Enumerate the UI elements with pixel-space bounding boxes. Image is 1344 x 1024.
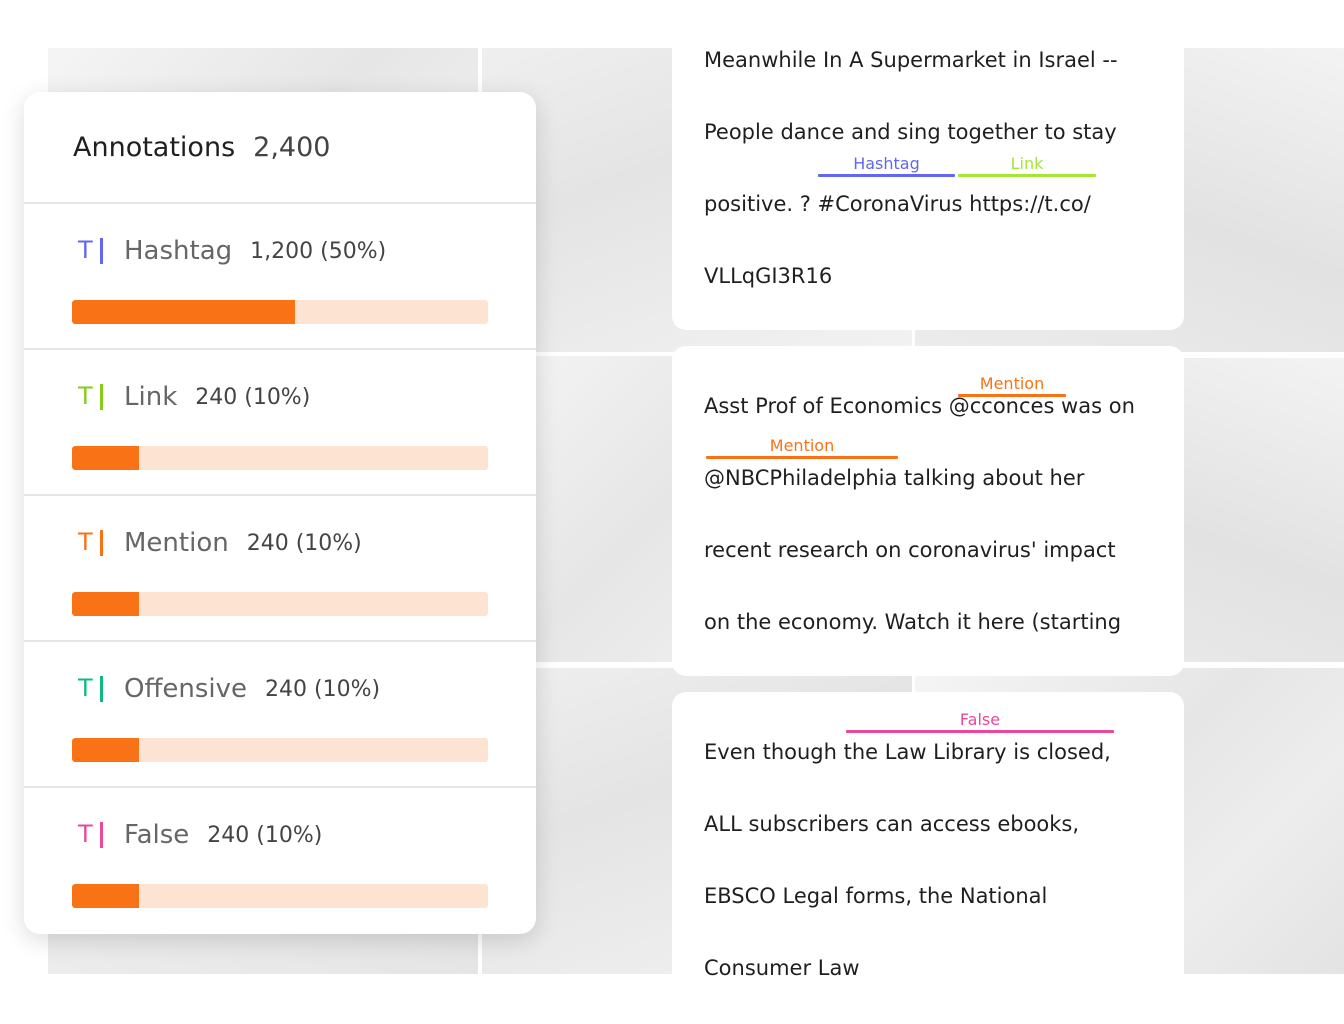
- annotation-row-offensive[interactable]: T Offensive 240 (10%): [24, 642, 536, 788]
- annotations-total: 2,400: [253, 131, 331, 163]
- progress-bar-fill: [72, 446, 139, 470]
- annotation-count: 240 (10%): [265, 676, 381, 702]
- tweet-text-line: Meanwhile In A Supermarket in Israel --: [704, 48, 1118, 72]
- progress-bar: [72, 446, 488, 470]
- annotation-label: Mention: [124, 528, 229, 558]
- tweet-text-line: EBSCO Legal forms, the National: [704, 884, 1048, 908]
- tweet-text-line: VLLqGI3R16: [704, 264, 833, 288]
- panel-header: Annotations 2,400: [24, 92, 536, 204]
- annotation-count: 240 (10%): [246, 530, 362, 556]
- annotations-panel: Annotations 2,400 T Hashtag 1,200 (50%) …: [24, 92, 536, 934]
- panel-title: Annotations: [73, 131, 236, 163]
- tweet-text-line: positive. ? #CoronaVirus https://t.co/: [704, 192, 1091, 216]
- annotation-tag-mention[interactable]: Mention: [706, 436, 898, 459]
- tweet-text-line: Asst Prof of Economics @cconces was on: [704, 394, 1135, 418]
- annotation-count: 240 (10%): [207, 822, 323, 848]
- annotation-count: 1,200 (50%): [250, 238, 387, 264]
- tweet-text-line: on the economy. Watch it here (starting: [704, 610, 1122, 634]
- progress-bar-fill: [72, 300, 295, 324]
- annotation-tag-link[interactable]: Link: [958, 154, 1096, 177]
- progress-bar-fill: [72, 592, 139, 616]
- annotation-tag-hashtag[interactable]: Hashtag: [818, 154, 955, 177]
- tweet-text-line: @NBCPhiladelphia talking about her: [704, 466, 1085, 490]
- progress-bar: [72, 300, 488, 324]
- annotation-row-mention[interactable]: T Mention 240 (10%): [24, 496, 536, 642]
- annotation-row-hashtag[interactable]: T Hashtag 1,200 (50%): [24, 204, 536, 350]
- tweet-text-line: ALL subscribers can access ebooks,: [704, 812, 1080, 836]
- annotation-row-false[interactable]: T False 240 (10%): [24, 788, 536, 934]
- annotation-label: Link: [124, 382, 178, 412]
- tweet-text-line: recent research on coronavirus' impact: [704, 538, 1116, 562]
- annotation-count: 240 (10%): [195, 384, 311, 410]
- text-annotation-icon: T: [78, 674, 108, 704]
- progress-bar-fill: [72, 884, 139, 908]
- text-annotation-icon: T: [78, 382, 108, 412]
- progress-bar-fill: [72, 738, 139, 762]
- annotation-row-link[interactable]: T Link 240 (10%): [24, 350, 536, 496]
- annotation-label: Hashtag: [124, 236, 233, 266]
- tweet-text-line: Consumer Law: [704, 956, 860, 980]
- annotation-label: False: [124, 820, 190, 850]
- tweet-text-line: People dance and sing together to stay: [704, 120, 1117, 144]
- progress-bar: [72, 884, 488, 908]
- progress-bar: [72, 738, 488, 762]
- tweet-card[interactable]: False Even though the Law Library is clo…: [672, 692, 1184, 1024]
- tweet-card[interactable]: Mention Asst Prof of Economics @cconces …: [672, 346, 1184, 676]
- text-annotation-icon: T: [78, 820, 108, 850]
- annotation-label: Offensive: [124, 674, 248, 704]
- text-annotation-icon: T: [78, 236, 108, 266]
- annotation-tag-false[interactable]: False: [846, 710, 1114, 733]
- progress-bar: [72, 592, 488, 616]
- text-annotation-icon: T: [78, 528, 108, 558]
- tweet-card[interactable]: Meanwhile In A Supermarket in Israel -- …: [672, 0, 1184, 330]
- tweet-text-line: Even though the Law Library is closed,: [704, 740, 1111, 764]
